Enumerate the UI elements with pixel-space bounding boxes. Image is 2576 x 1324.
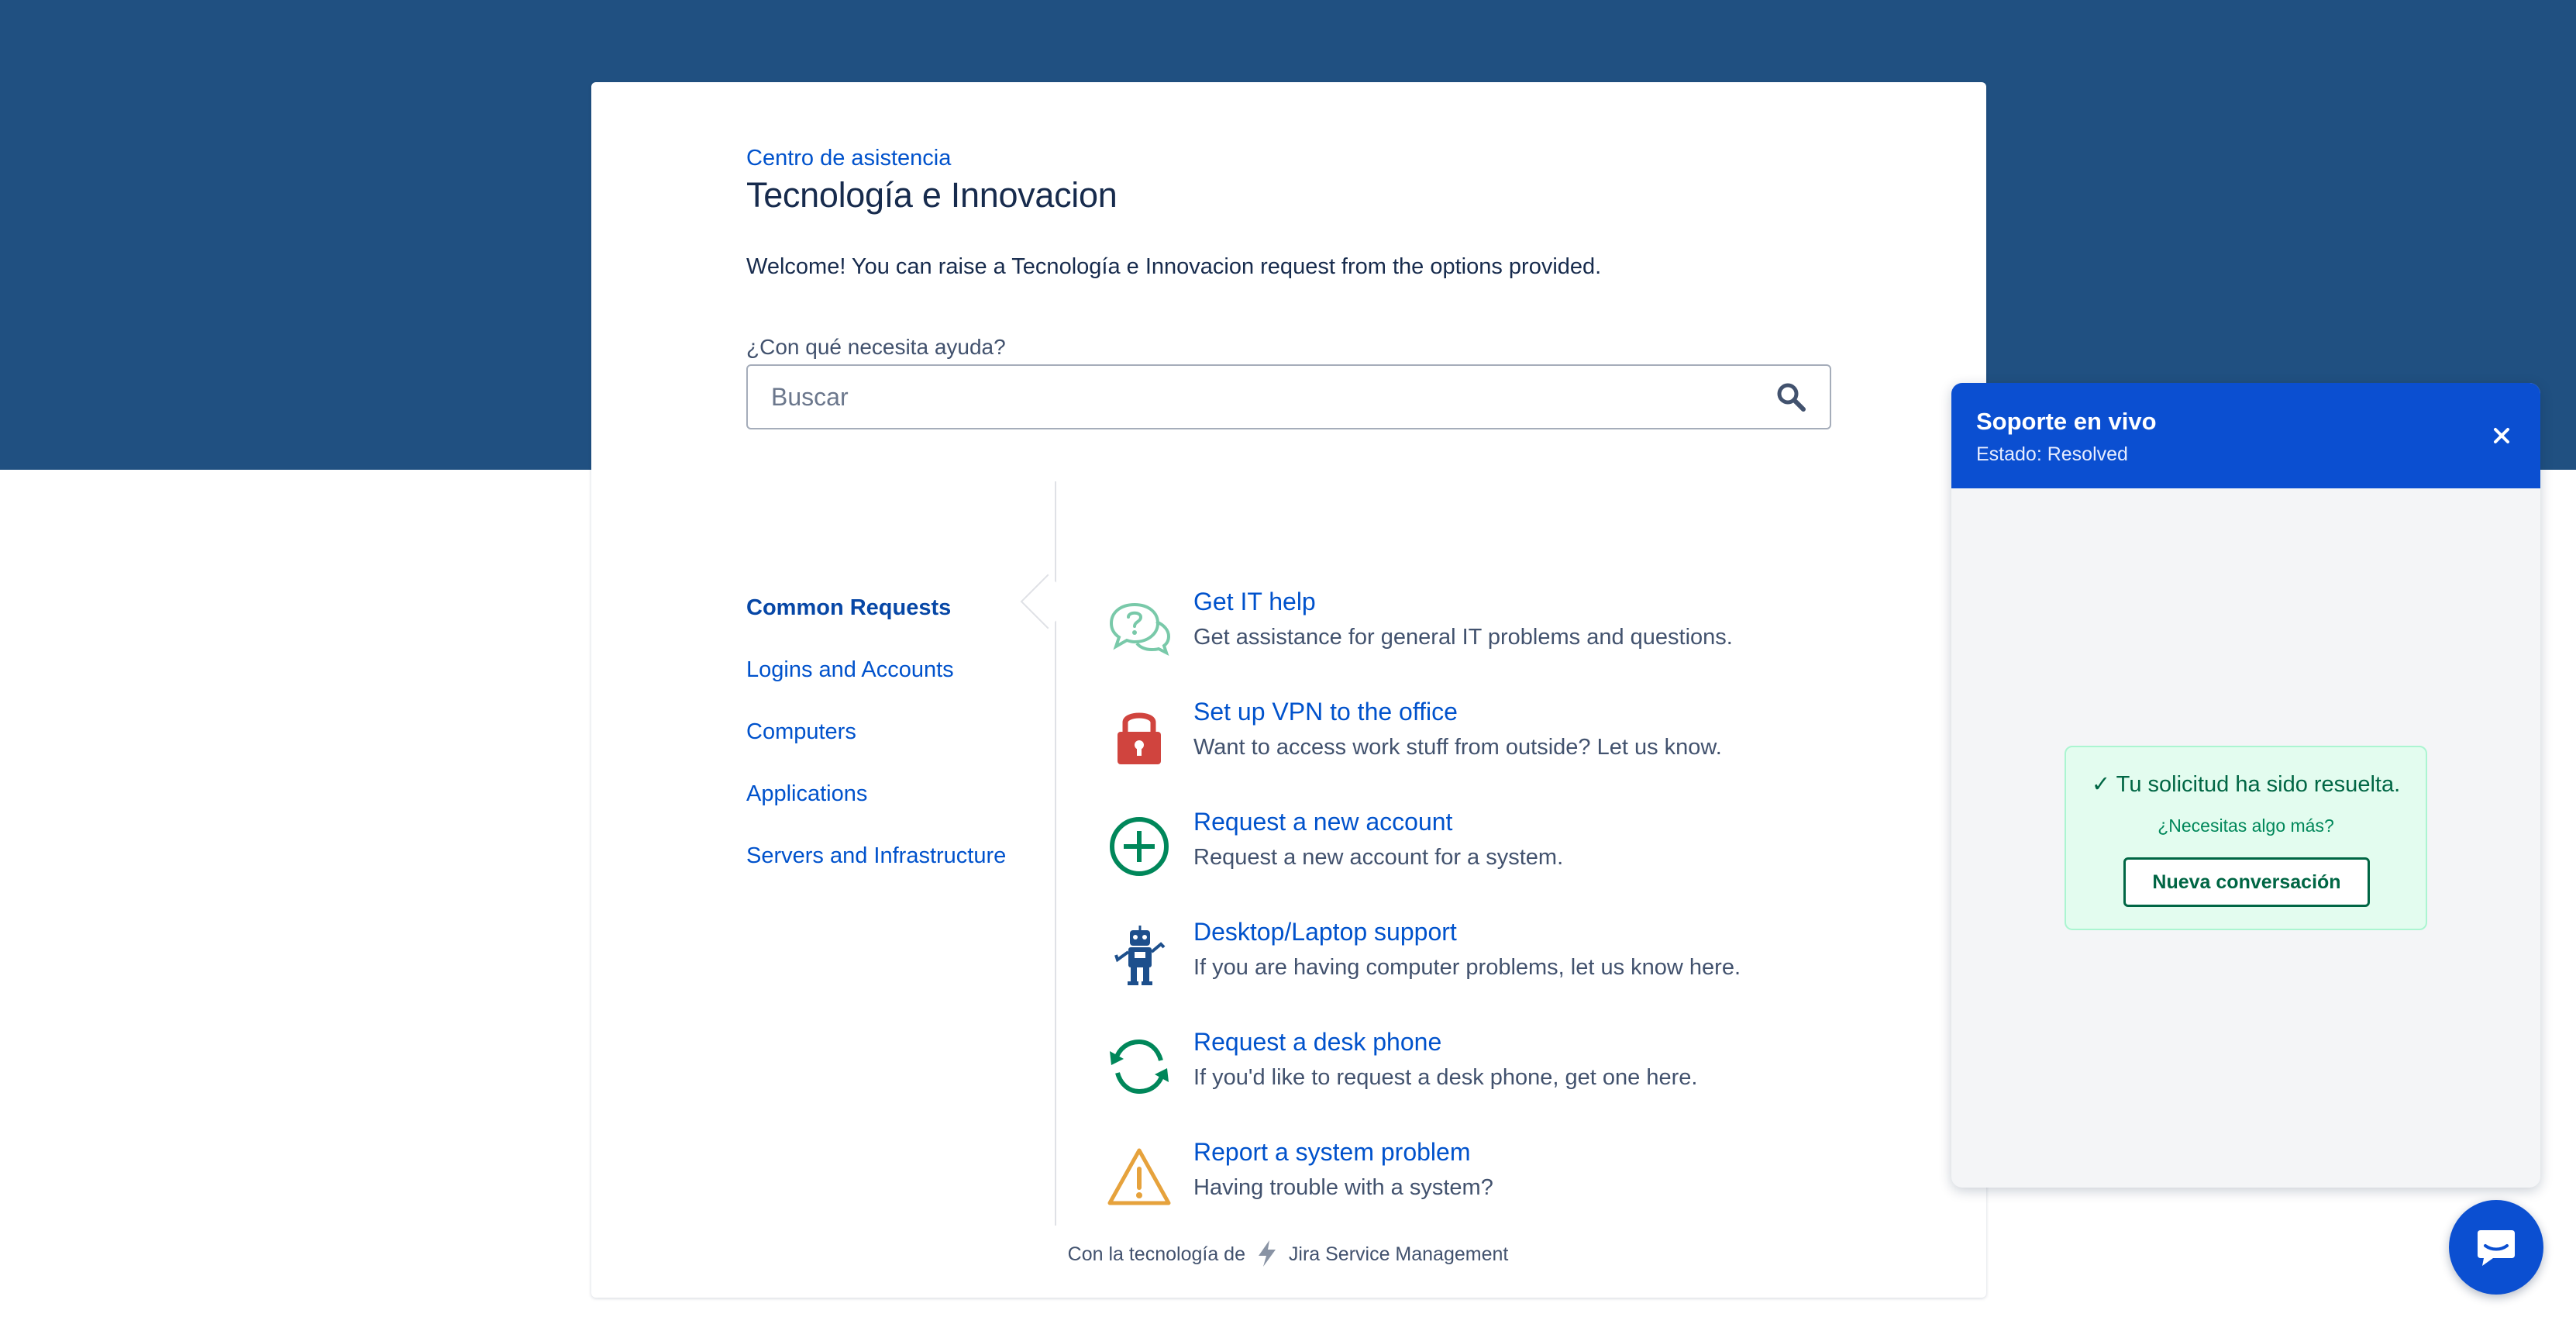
- request-report-system-problem[interactable]: Report a system problem Having trouble w…: [1107, 1138, 1831, 1223]
- category-servers-and-infrastructure[interactable]: Servers and Infrastructure: [746, 843, 1006, 869]
- category-logins-and-accounts[interactable]: Logins and Accounts: [746, 657, 954, 683]
- request-title: Request a new account: [1193, 808, 1453, 836]
- page-root: Centro de asistencia Tecnología e Innova…: [0, 0, 2576, 1324]
- category-computers[interactable]: Computers: [746, 719, 856, 745]
- category-applications[interactable]: Applications: [746, 781, 867, 807]
- search-icon[interactable]: [1775, 381, 1806, 412]
- portal-content: Centro de asistencia Tecnología e Innova…: [746, 82, 1831, 1298]
- portal-card: Centro de asistencia Tecnología e Innova…: [591, 82, 1986, 1298]
- search-box: [746, 364, 1831, 429]
- active-category-pointer: [1020, 574, 1076, 629]
- request-title: Request a desk phone: [1193, 1028, 1442, 1056]
- chat-title: Soporte en vivo: [1976, 408, 2157, 435]
- request-title: Report a system problem: [1193, 1138, 1471, 1166]
- lightning-bolt-icon: [1258, 1240, 1276, 1267]
- powered-by-footer: Con la tecnología de Jira Service Manage…: [0, 1240, 2576, 1267]
- request-title: Set up VPN to the office: [1193, 698, 1458, 726]
- new-conversation-button[interactable]: Nueva conversación: [2123, 857, 2370, 907]
- warning-triangle-icon: [1107, 1148, 1171, 1205]
- request-description: If you'd like to request a desk phone, g…: [1193, 1065, 1698, 1090]
- live-chat-panel: Soporte en vivo Estado: Resolved ✓ Tu so…: [1951, 383, 2540, 1188]
- request-set-up-vpn[interactable]: Set up VPN to the office Want to access …: [1107, 698, 1831, 783]
- request-get-it-help[interactable]: Get IT help Get assistance for general I…: [1107, 588, 1831, 673]
- close-icon[interactable]: [2486, 420, 2517, 451]
- welcome-message: Welcome! You can raise a Tecnología e In…: [746, 254, 1602, 279]
- robot-icon: [1114, 926, 1166, 985]
- request-new-account[interactable]: Request a new account Request a new acco…: [1107, 808, 1831, 893]
- request-desktop-laptop-support[interactable]: Desktop/Laptop support If you are having…: [1107, 918, 1831, 1003]
- powered-by-product[interactable]: Jira Service Management: [1289, 1243, 1508, 1265]
- request-description: Request a new account for a system.: [1193, 845, 1564, 870]
- breadcrumb-help-center[interactable]: Centro de asistencia: [746, 146, 951, 171]
- lock-icon: [1118, 712, 1161, 764]
- chat-launcher-button[interactable]: [2449, 1200, 2543, 1295]
- request-title: Get IT help: [1193, 588, 1316, 615]
- refresh-arrows-icon: [1110, 1039, 1169, 1095]
- question-bubbles-icon: [1109, 602, 1171, 656]
- request-desk-phone[interactable]: Request a desk phone If you'd like to re…: [1107, 1028, 1831, 1113]
- resolved-notice: ✓ Tu solicitud ha sido resuelta. ¿Necesi…: [2065, 746, 2427, 930]
- page-title: Tecnología e Innovacion: [746, 175, 1118, 215]
- powered-by-prefix: Con la tecnología de: [1067, 1243, 1245, 1265]
- search-input[interactable]: [748, 366, 1755, 428]
- request-description: Having trouble with a system?: [1193, 1175, 1493, 1200]
- plus-circle-icon: [1110, 817, 1169, 876]
- search-label: ¿Con qué necesita ayuda?: [746, 335, 1006, 359]
- chat-header: Soporte en vivo Estado: Resolved: [1951, 383, 2540, 488]
- request-description: If you are having computer problems, let…: [1193, 955, 1741, 980]
- follow-up-question: ¿Necesitas algo más?: [2158, 815, 2334, 836]
- request-description: Get assistance for general IT problems a…: [1193, 625, 1733, 650]
- request-description: Want to access work stuff from outside? …: [1193, 735, 1722, 760]
- category-common-requests[interactable]: Common Requests: [746, 595, 951, 621]
- chat-bubble-icon: [2478, 1230, 2515, 1266]
- request-title: Desktop/Laptop support: [1193, 918, 1457, 946]
- chat-status: Estado: Resolved: [1976, 443, 2128, 465]
- resolved-message: ✓ Tu solicitud ha sido resuelta.: [2091, 772, 2401, 797]
